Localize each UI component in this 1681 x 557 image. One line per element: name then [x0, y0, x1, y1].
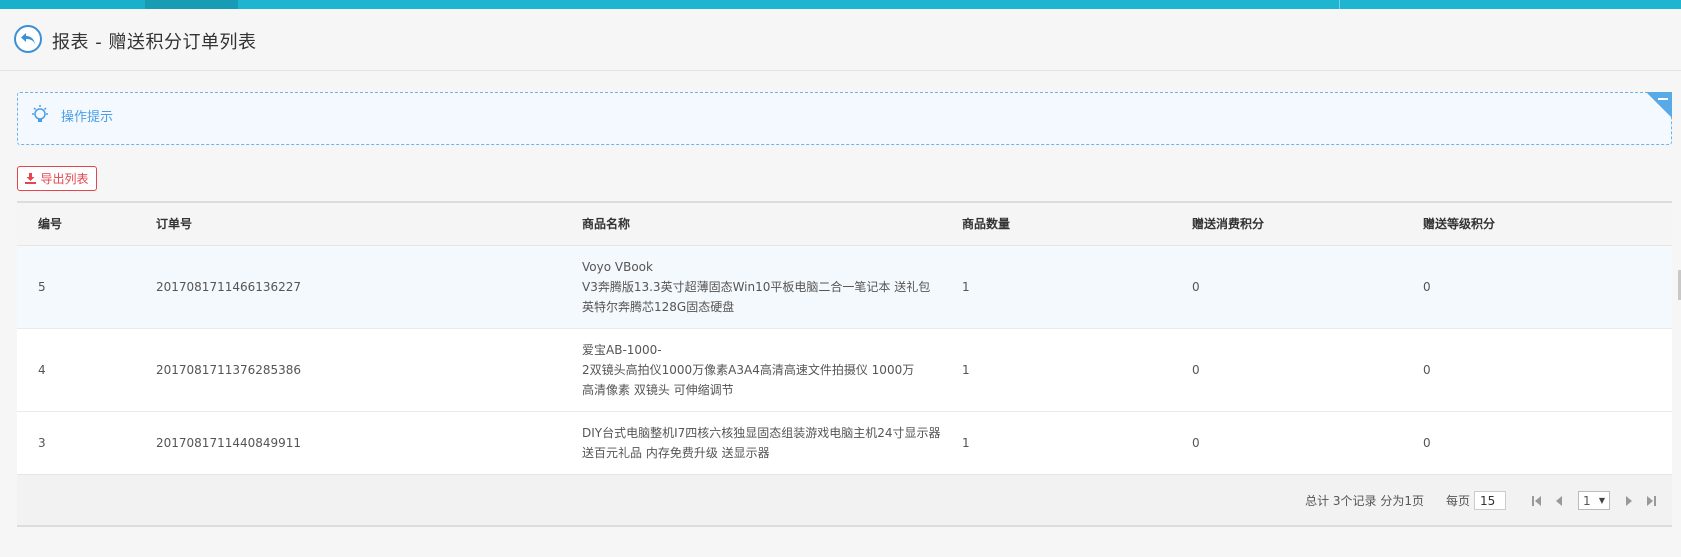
lightbulb-icon — [32, 105, 48, 122]
col-header-order-no: 订单号 — [156, 217, 193, 232]
table-row[interactable]: 3 2017081711440849911 DIY台式电脑整机I7四核六核独显固… — [17, 411, 1672, 475]
cell-quantity: 1 — [941, 245, 1171, 329]
product-line: Voyo VBook — [582, 259, 653, 274]
pager: 总计 3个记录 分为1页 每页 1 ▼ — [1305, 491, 1662, 510]
order-table: 编号 订单号 商品名称 商品数量 赠送消费积分 赠送等级积分 5 2017081… — [17, 201, 1672, 527]
cell-order-no: 2017081711466136227 — [135, 245, 561, 329]
export-list-button[interactable]: 导出列表 — [17, 166, 97, 191]
download-icon — [25, 173, 37, 184]
product-line: 英特尔奔腾芯128G固态硬盘 — [582, 299, 735, 314]
product-line: 高清像素 双镜头 可伸缩调节 — [582, 382, 734, 397]
table-row[interactable]: 5 2017081711466136227 Voyo VBook V3奔腾版13… — [17, 245, 1672, 329]
product-line: V3奔腾版13.3英寸超薄固态Win10平板电脑二合一笔记本 送礼包 — [582, 279, 931, 294]
cell-consume-points: 0 — [1171, 245, 1402, 329]
table-row[interactable]: 4 2017081711376285386 爱宝AB-1000- 2双镜头高拍仪… — [17, 328, 1672, 412]
first-page-icon[interactable] — [1532, 495, 1542, 507]
col-header-quantity: 商品数量 — [962, 217, 1011, 232]
page-select[interactable]: 1 ▼ — [1578, 491, 1610, 510]
dropdown-arrow-icon: ▼ — [1598, 496, 1605, 505]
page-title: 报表 - 赠送积分订单列表 — [52, 32, 257, 53]
page-select-value: 1 — [1583, 493, 1591, 508]
prev-page-icon[interactable] — [1554, 495, 1564, 507]
col-header-id: 编号 — [38, 217, 63, 232]
cell-order-no: 2017081711376285386 — [135, 328, 561, 412]
cell-product-name: 爱宝AB-1000- 2双镜头高拍仪1000万像素A3A4高清高速文件拍摄仪 1… — [561, 328, 941, 412]
minus-icon[interactable] — [1658, 98, 1668, 100]
cell-level-points: 0 — [1402, 411, 1672, 475]
product-line: 2双镜头高拍仪1000万像素A3A4高清高速文件拍摄仪 1000万 — [582, 362, 915, 377]
per-page-input[interactable] — [1474, 491, 1506, 510]
cell-product-name: DIY台式电脑整机I7四核六核独显固态组装游戏电脑主机24寸显示器 送百元礼品 … — [561, 411, 941, 475]
cell-id: 5 — [17, 245, 135, 329]
table-header-row: 编号 订单号 商品名称 商品数量 赠送消费积分 赠送等级积分 — [17, 203, 1672, 245]
col-header-product-name: 商品名称 — [582, 217, 631, 232]
cell-quantity: 1 — [941, 328, 1171, 412]
cell-id: 3 — [17, 411, 135, 475]
product-line: DIY台式电脑整机I7四核六核独显固态组装游戏电脑主机24寸显示器 — [582, 425, 941, 440]
cell-consume-points: 0 — [1171, 411, 1402, 475]
pagination-bar: 总计 3个记录 分为1页 每页 1 ▼ — [17, 474, 1672, 525]
cell-order-no: 2017081711440849911 — [135, 411, 561, 475]
back-button[interactable] — [14, 25, 42, 53]
pagination-summary: 总计 3个记录 分为1页 — [1305, 494, 1424, 508]
product-line: 送百元礼品 内存免费升级 送显示器 — [582, 445, 770, 460]
col-header-consume-points: 赠送消费积分 — [1192, 217, 1265, 232]
cell-id: 4 — [17, 328, 135, 412]
cell-product-name: Voyo VBook V3奔腾版13.3英寸超薄固态Win10平板电脑二合一笔记… — [561, 245, 941, 329]
cell-level-points: 0 — [1402, 328, 1672, 412]
operation-tips-panel: 操作提示 — [17, 92, 1672, 145]
top-nav-segment[interactable] — [0, 0, 145, 9]
next-page-icon[interactable] — [1624, 495, 1634, 507]
last-page-icon[interactable] — [1646, 495, 1656, 507]
top-nav-divider — [1339, 0, 1340, 9]
top-nav-bar — [0, 0, 1681, 9]
product-line: 爱宝AB-1000- — [582, 342, 662, 357]
export-label: 导出列表 — [40, 172, 89, 186]
cell-level-points: 0 — [1402, 245, 1672, 329]
page-header: 报表 - 赠送积分订单列表 — [0, 9, 1681, 71]
tips-label[interactable]: 操作提示 — [61, 106, 113, 125]
per-page-label: 每页 — [1445, 494, 1470, 508]
cell-quantity: 1 — [941, 411, 1171, 475]
cell-consume-points: 0 — [1171, 328, 1402, 412]
top-nav-active-segment[interactable] — [145, 0, 238, 9]
back-arrow-icon — [21, 33, 35, 44]
collapse-corner[interactable] — [1646, 92, 1672, 118]
col-header-level-points: 赠送等级积分 — [1423, 217, 1496, 232]
